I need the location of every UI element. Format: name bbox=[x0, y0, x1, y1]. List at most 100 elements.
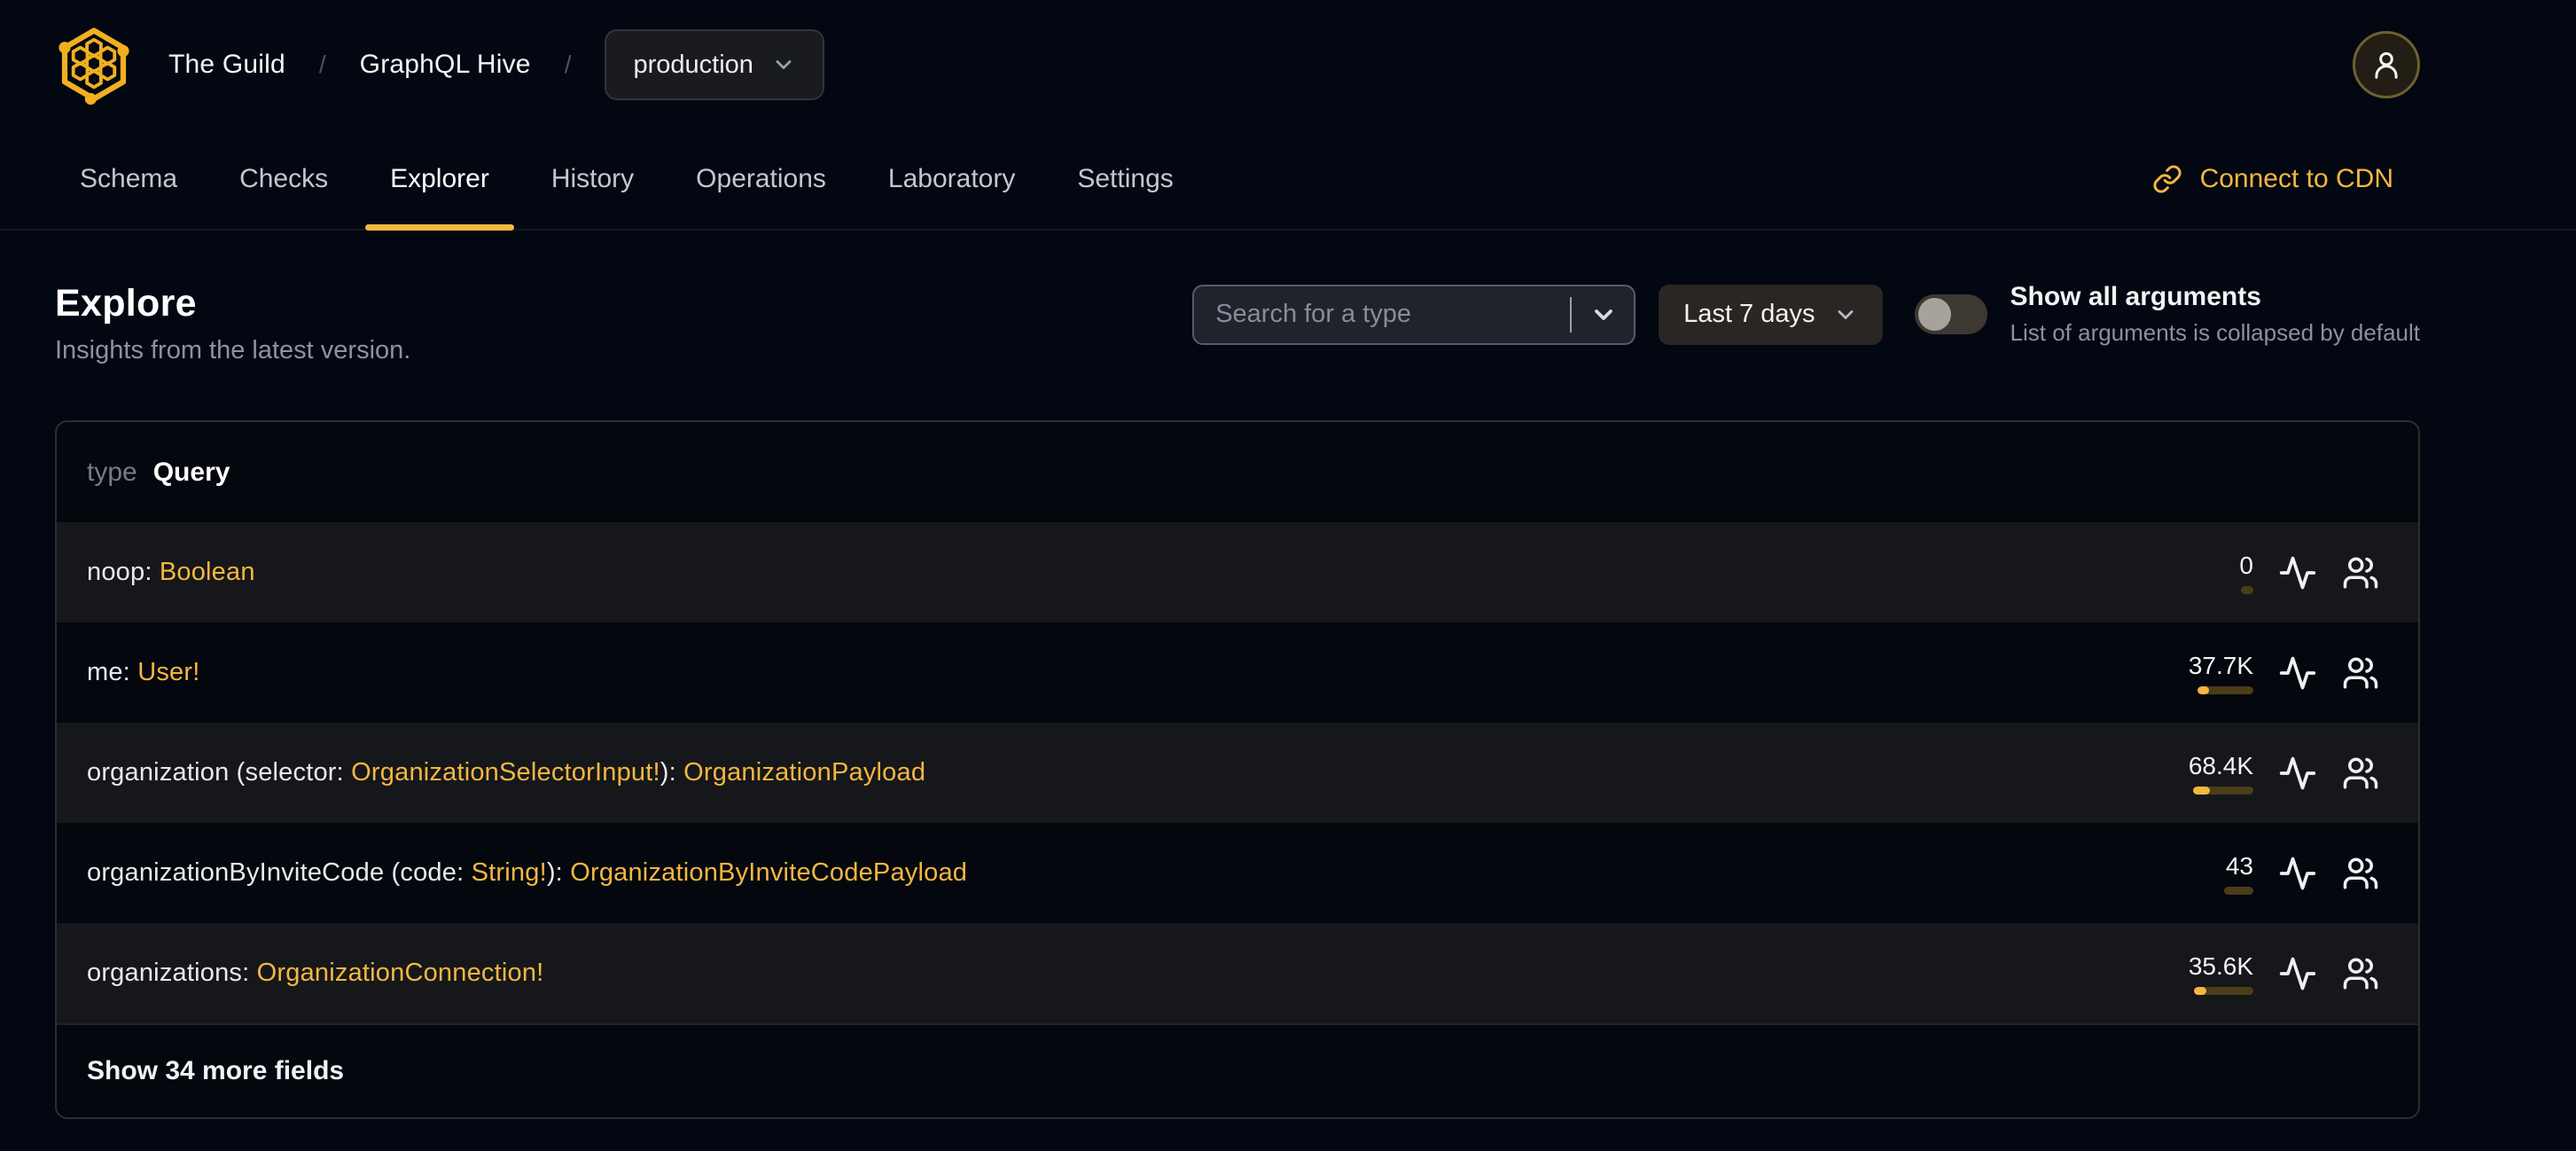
hive-logo[interactable] bbox=[55, 24, 133, 106]
app-header: The Guild / GraphQL Hive / production bbox=[0, 0, 2576, 129]
tab-settings[interactable]: Settings bbox=[1052, 129, 1198, 229]
toggle-label: Show all arguments bbox=[2010, 282, 2261, 311]
tab-history[interactable]: History bbox=[527, 129, 659, 229]
period-selector-value: Last 7 days bbox=[1683, 300, 1815, 328]
field-type-link[interactable]: OrganizationConnection! bbox=[257, 959, 544, 987]
page-title: Explore bbox=[55, 282, 197, 325]
field-text: organizations: bbox=[87, 959, 257, 987]
users-icon[interactable] bbox=[2342, 554, 2379, 591]
field-usage-bar bbox=[2224, 886, 2253, 895]
breadcrumb-separator: / bbox=[318, 51, 326, 78]
field-type-link[interactable]: String! bbox=[472, 858, 547, 887]
field-row[interactable]: organizationByInviteCode (code: String!)… bbox=[57, 823, 2418, 923]
toggle-hint: List of arguments is collapsed by defaul… bbox=[2010, 319, 2420, 346]
field-type-link[interactable]: User! bbox=[137, 658, 199, 686]
field-text: noop: bbox=[87, 558, 160, 586]
field-text: organization (selector: bbox=[87, 758, 352, 787]
main-content: Explore Insights from the latest version… bbox=[0, 282, 2576, 1151]
field-usage: 0 bbox=[2191, 552, 2253, 594]
field-type-link[interactable]: OrganizationPayload bbox=[683, 758, 925, 787]
tab-explorer[interactable]: Explorer bbox=[365, 129, 514, 231]
field-row[interactable]: organization (selector: OrganizationSele… bbox=[57, 723, 2418, 823]
toggle-knob bbox=[1917, 298, 1951, 331]
connect-cdn-link[interactable]: Connect to CDN bbox=[2152, 129, 2393, 229]
type-card-query: type Query noop: Boolean 0 me: User! 37.… bbox=[55, 420, 2420, 1119]
field-signature: organizations: OrganizationConnection! bbox=[87, 959, 543, 988]
field-text: ): bbox=[660, 758, 684, 787]
tab-list: Schema Checks Explorer History Operations Lab… bbox=[55, 129, 1211, 231]
chevron-down-icon bbox=[771, 52, 796, 77]
field-list: noop: Boolean 0 me: User! 37.7K organiza… bbox=[57, 522, 2418, 1023]
users-icon[interactable] bbox=[2342, 755, 2379, 792]
field-type-link[interactable]: OrganizationByInviteCodePayload bbox=[570, 858, 967, 887]
field-type-link[interactable]: OrganizationSelectorInput! bbox=[351, 758, 660, 787]
field-usage: 37.7K bbox=[2189, 652, 2253, 694]
tab-operations[interactable]: Operations bbox=[671, 129, 851, 229]
field-text: organizationByInviteCode (code: bbox=[87, 858, 472, 887]
type-search bbox=[1192, 284, 1636, 345]
field-usage-bar bbox=[2197, 685, 2253, 694]
field-text: ): bbox=[546, 858, 571, 887]
breadcrumb-separator: / bbox=[564, 51, 572, 78]
chevron-down-icon[interactable] bbox=[1589, 301, 1618, 329]
field-type-link[interactable]: Boolean bbox=[160, 558, 255, 586]
activity-icon[interactable] bbox=[2278, 754, 2317, 793]
toggle-label-block: Show all arguments List of arguments is … bbox=[2010, 282, 2420, 347]
tab-laboratory[interactable]: Laboratory bbox=[863, 129, 1040, 229]
type-name: Query bbox=[152, 457, 230, 487]
search-divider bbox=[1570, 296, 1573, 333]
users-icon[interactable] bbox=[2342, 855, 2379, 892]
field-stats: 35.6K bbox=[2189, 952, 2379, 995]
explorer-controls: Last 7 days Show all arguments List of a… bbox=[1192, 282, 2420, 347]
show-more-fields-button[interactable]: Show 34 more fields bbox=[57, 1023, 2418, 1117]
field-row[interactable]: organizations: OrganizationConnection! 3… bbox=[57, 923, 2418, 1023]
show-arguments-toggle[interactable] bbox=[1914, 294, 1987, 334]
page-subtitle: Insights from the latest version. bbox=[55, 336, 411, 364]
field-usage: 68.4K bbox=[2189, 752, 2253, 795]
page-head: Explore Insights from the latest version… bbox=[55, 282, 2420, 365]
field-stats: 37.7K bbox=[2189, 652, 2379, 694]
search-input[interactable] bbox=[1215, 300, 1564, 329]
activity-icon[interactable] bbox=[2278, 553, 2317, 592]
field-usage-count: 43 bbox=[2225, 851, 2253, 880]
activity-icon[interactable] bbox=[2278, 954, 2317, 993]
chevron-down-icon bbox=[1833, 302, 1858, 327]
user-icon bbox=[2369, 48, 2403, 82]
users-icon[interactable] bbox=[2342, 955, 2379, 992]
field-usage-count: 68.4K bbox=[2188, 751, 2253, 779]
field-signature: organizationByInviteCode (code: String!)… bbox=[87, 858, 967, 888]
field-usage-bar-fill bbox=[2197, 685, 2209, 694]
target-selector-value: production bbox=[633, 50, 753, 79]
tab-bar: Schema Checks Explorer History Operations Lab… bbox=[0, 129, 2576, 231]
field-usage-bar-fill bbox=[2194, 986, 2206, 995]
field-stats: 0 bbox=[2191, 552, 2379, 594]
app-root: The Guild / GraphQL Hive / production Sc… bbox=[0, 0, 2576, 1151]
field-usage-count: 0 bbox=[2239, 551, 2253, 579]
field-text: me: bbox=[87, 658, 138, 686]
breadcrumb: The Guild / GraphQL Hive / production bbox=[168, 29, 824, 100]
users-icon[interactable] bbox=[2342, 654, 2379, 692]
field-usage-bar bbox=[2194, 986, 2253, 995]
breadcrumb-project[interactable]: GraphQL Hive bbox=[360, 50, 531, 80]
field-usage-bar bbox=[2193, 786, 2253, 795]
user-menu-button[interactable] bbox=[2353, 31, 2420, 98]
field-signature: organization (selector: OrganizationSele… bbox=[87, 758, 925, 787]
hive-honeycomb-icon bbox=[55, 24, 133, 106]
breadcrumb-organization[interactable]: The Guild bbox=[168, 50, 285, 80]
field-usage-bar bbox=[2241, 585, 2253, 594]
field-usage-count: 37.7K bbox=[2188, 651, 2253, 679]
field-usage: 35.6K bbox=[2189, 952, 2253, 995]
field-usage: 43 bbox=[2191, 852, 2253, 895]
tab-checks[interactable]: Checks bbox=[215, 129, 353, 229]
activity-icon[interactable] bbox=[2278, 854, 2317, 893]
field-usage-count: 35.6K bbox=[2188, 951, 2253, 980]
period-selector[interactable]: Last 7 days bbox=[1659, 284, 1883, 345]
target-selector[interactable]: production bbox=[605, 29, 824, 100]
activity-icon[interactable] bbox=[2278, 654, 2317, 693]
field-row[interactable]: me: User! 37.7K bbox=[57, 622, 2418, 723]
link-icon bbox=[2152, 164, 2182, 194]
connect-cdn-label: Connect to CDN bbox=[2199, 164, 2393, 193]
field-row[interactable]: noop: Boolean 0 bbox=[57, 522, 2418, 622]
tab-schema[interactable]: Schema bbox=[55, 129, 202, 229]
field-signature: me: User! bbox=[87, 658, 200, 687]
